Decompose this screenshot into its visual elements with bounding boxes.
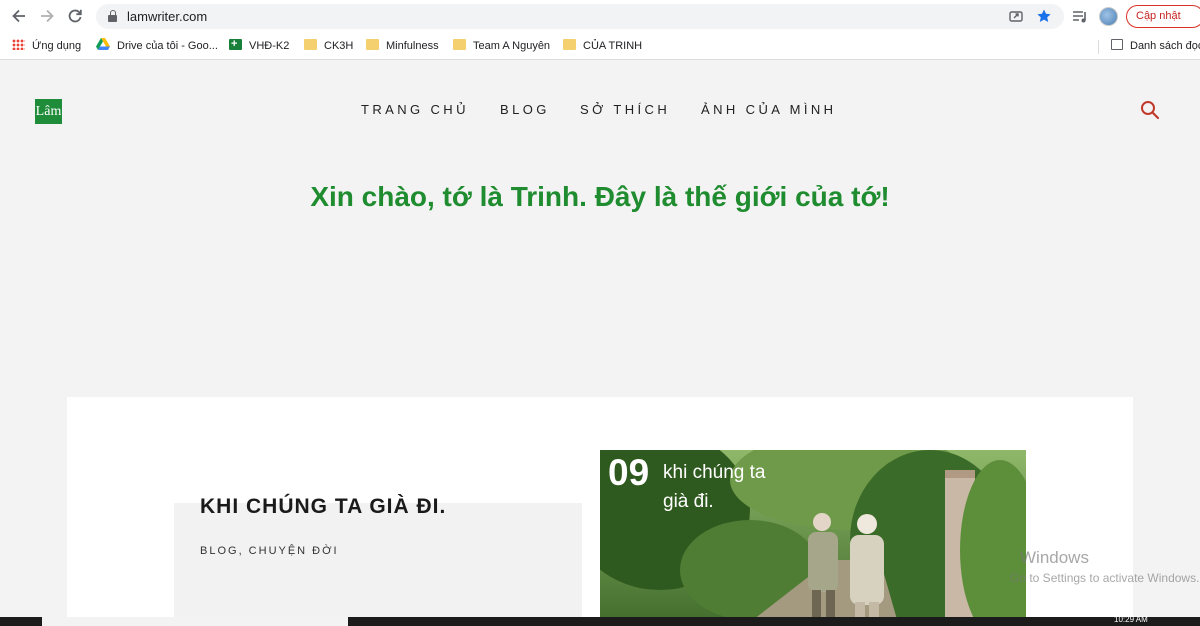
post-categories[interactable]: BLOG, CHUYỆN ĐỜI — [200, 545, 339, 557]
google-sheets-icon — [229, 36, 242, 52]
folder-icon — [563, 39, 576, 50]
update-button[interactable]: Cập nhật — [1126, 5, 1200, 28]
forward-arrow-icon[interactable] — [37, 6, 57, 26]
menu-item-trang-chu[interactable]: TRANG CHỦ — [361, 102, 469, 117]
taskbar-search-box[interactable] — [42, 617, 348, 626]
reading-list[interactable]: Danh sách đọc — [1111, 38, 1200, 54]
post-text-background — [174, 503, 582, 617]
url-text[interactable]: lamwriter.com — [127, 9, 207, 24]
reload-icon[interactable] — [65, 6, 85, 26]
browser-toolbar: lamwriter.com Cập nhật — [0, 0, 1200, 32]
bookmark-drive[interactable]: Drive của tôi - Goo... — [96, 38, 218, 54]
menu-item-so-thich[interactable]: SỞ THÍCH — [580, 102, 670, 117]
web-page: Lâm TRANG CHỦ BLOG SỞ THÍCH ẢNH CỦA MÌNH… — [0, 61, 1200, 617]
bookmark-team-a-nguyen[interactable]: Team A Nguyên — [453, 38, 550, 54]
bookmark-apps[interactable]: Ứng dụng — [12, 38, 81, 54]
bookmarks-divider — [1098, 40, 1099, 54]
back-arrow-icon[interactable] — [9, 6, 29, 26]
profile-avatar[interactable] — [1099, 7, 1118, 26]
site-logo[interactable]: Lâm — [35, 99, 62, 124]
reading-list-icon — [1111, 39, 1123, 50]
post-title[interactable]: KHI CHÚNG TA GIÀ ĐI. — [200, 495, 446, 519]
bookmark-ck3h[interactable]: CK3H — [304, 38, 353, 54]
windows-activation-title: Windows — [1020, 548, 1089, 567]
bookmark-minfulness[interactable]: Minfulness — [366, 38, 439, 54]
bookmark-cua-trinh[interactable]: CỦA TRINH — [563, 38, 642, 54]
site-tagline: Xin chào, tớ là Trinh. Đây là thế giới c… — [310, 181, 890, 212]
share-icon[interactable] — [1007, 8, 1025, 26]
taskbar-clock: 10:29 AM — [1114, 615, 1148, 624]
address-bar[interactable]: lamwriter.com — [96, 4, 1064, 29]
google-drive-icon — [96, 38, 110, 50]
folder-icon — [366, 39, 379, 50]
post-image-caption: khi chúng ta già đi. — [663, 462, 766, 512]
post-thumbnail[interactable]: 09 khi chúng ta già đi. — [600, 450, 1026, 617]
folder-icon — [304, 39, 317, 50]
folder-icon — [453, 39, 466, 50]
bookmark-vhd-k2[interactable]: VHĐ-K2 — [229, 36, 289, 54]
windows-activation-subtitle: Go to Settings to activate Windows. — [1010, 571, 1200, 585]
menu-item-anh-cua-minh[interactable]: ẢNH CỦA MÌNH — [701, 102, 836, 117]
windows-taskbar: 10:29 AM — [0, 615, 1200, 626]
bookmarks-bar: Ứng dụng Drive của tôi - Goo... VHĐ-K2 C… — [0, 32, 1200, 60]
media-control-icon[interactable] — [1071, 8, 1089, 26]
post-image-number: 09 — [608, 452, 650, 493]
menu-item-blog[interactable]: BLOG — [500, 102, 550, 117]
featured-post-card: KHI CHÚNG TA GIÀ ĐI. BLOG, CHUYỆN ĐỜI 09… — [67, 397, 1133, 617]
bookmark-star-icon[interactable] — [1035, 8, 1053, 26]
lock-icon — [108, 10, 117, 22]
apps-grid-icon — [12, 39, 25, 50]
search-icon[interactable] — [1139, 99, 1161, 121]
